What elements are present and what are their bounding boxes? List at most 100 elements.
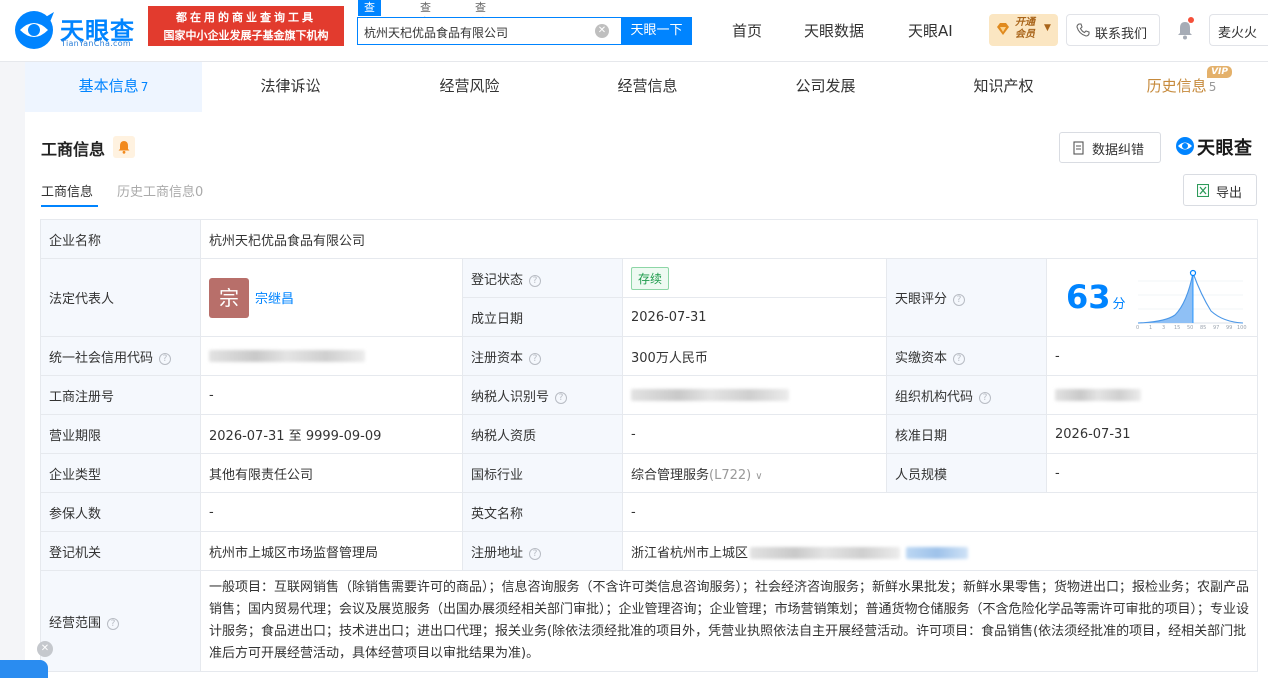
scope-label-cell: 经营范围? [40, 570, 201, 672]
found-date-label: 成立日期 [462, 297, 623, 337]
found-date-value: 2026-07-31 [622, 297, 887, 337]
tab-basic-info[interactable]: 基本信息 7 [25, 62, 202, 112]
tab-label: 经营信息 [617, 77, 678, 95]
score-axis-tick: 0 [1136, 325, 1140, 331]
english-name-label: 英文名称 [462, 492, 623, 532]
reg-status-label-cell: 登记状态? [462, 258, 623, 298]
masked-value [631, 389, 789, 401]
help-icon[interactable]: ? [529, 274, 542, 287]
score-axis-tick: 3 [1162, 325, 1166, 331]
reg-status-label: 登记状态 [471, 272, 524, 288]
clear-icon[interactable]: ✕ [595, 24, 609, 38]
caret-down-icon: ▼ [1044, 23, 1051, 33]
avatar[interactable]: 宗 [209, 277, 249, 318]
brand-text: 天眼查 [1197, 138, 1253, 159]
diamond-icon [997, 23, 1009, 35]
contact-label: 联系我们 [1095, 27, 1148, 42]
notification-bell-icon[interactable] [1176, 20, 1194, 40]
company-type-value: 其他有限责任公司 [200, 453, 463, 493]
help-icon[interactable]: ? [107, 617, 120, 630]
table-row: 企业类型 其他有限责任公司 国标行业 综合管理服务(L722) ∨ 人员规模 - [40, 453, 1259, 493]
help-icon[interactable]: ? [953, 352, 966, 365]
table-row: 参保人数 - 英文名称 - [40, 492, 1259, 532]
open-vip-button[interactable]: 开通会员 ▼ [989, 14, 1058, 46]
score-axis-tick: 85 [1200, 325, 1207, 331]
tab-operation-risk[interactable]: 经营风险 [381, 62, 558, 112]
insured-value: - [200, 492, 463, 532]
score-axis-tick: 1 [1149, 325, 1153, 331]
reg-authority-label: 登记机关 [40, 531, 201, 571]
tab-development[interactable]: 公司发展 [737, 62, 914, 112]
search-box: ✕ [357, 17, 622, 45]
table-row: 营业期限 2026-07-31 至 9999-09-09 纳税人资质 - 核准日… [40, 414, 1259, 454]
score-number: 63 [1066, 278, 1111, 316]
tab-label: 公司发展 [795, 77, 856, 95]
help-icon[interactable]: ? [159, 352, 172, 365]
search-tab-company[interactable]: 查公司 [358, 0, 381, 44]
tab-legal[interactable]: 法律诉讼 [202, 62, 379, 112]
export-label: 导出 [1216, 186, 1243, 201]
approve-date-label: 核准日期 [886, 414, 1047, 454]
legal-rep-link[interactable]: 宗继昌 [255, 292, 294, 307]
help-icon[interactable]: ? [555, 391, 568, 404]
subtab-history-business-info[interactable]: 历史工商信息0 [117, 181, 203, 200]
search-input[interactable] [364, 23, 594, 41]
company-name-label: 企业名称 [40, 219, 201, 259]
tianyancha-logo[interactable]: 天眼查 TianYanCha.com [14, 8, 144, 54]
org-code-label: 组织机构代码 [895, 389, 974, 405]
legal-rep-cell: 宗宗继昌 [200, 258, 463, 337]
table-row: 统一社会信用代码? 注册资本? 300万人民币 实缴资本? - [40, 336, 1259, 376]
bell-glyph-icon [118, 141, 130, 154]
chevron-down-icon[interactable]: ∨ [755, 471, 762, 482]
search-tab-boss[interactable]: 查老板 [414, 0, 437, 44]
close-icon[interactable]: ✕ [37, 641, 53, 657]
industry-code: (L722) [709, 467, 752, 483]
score-cell[interactable]: 63 分 0 1 3 15 50 85 97 99 100 [1045, 258, 1259, 337]
status-badge: 存续 [631, 266, 670, 290]
business-info-table: 企业名称 杭州天杞优品食品有限公司 法定代表人 宗宗继昌 登记状态? 存续 天眼… [40, 219, 1259, 672]
active-subtab-indicator [41, 205, 98, 207]
approve-date-value: 2026-07-31 [1045, 414, 1259, 454]
table-row: 工商注册号 - 纳税人识别号? 组织机构代码? [40, 375, 1259, 415]
subtab-business-info[interactable]: 工商信息 [41, 181, 93, 200]
tab-label: 历史信息 [1146, 77, 1207, 95]
tab-ip[interactable]: 知识产权 [915, 62, 1092, 112]
help-icon[interactable]: ? [529, 547, 542, 560]
search-tab-relation[interactable]: 查关系 [469, 0, 492, 44]
industry-cell[interactable]: 综合管理服务(L722) ∨ [622, 453, 887, 493]
subscribe-bell-icon[interactable] [113, 136, 135, 158]
org-code-value [1045, 375, 1259, 415]
slogan-line1: 都在用的商业查询工具 [176, 11, 316, 24]
export-button[interactable]: 导出 [1183, 174, 1257, 206]
masked-link[interactable] [906, 547, 969, 559]
search-button[interactable]: 天眼一下 [621, 17, 692, 45]
industry-value: 综合管理服务 [631, 467, 710, 483]
table-row: 登记机关 杭州市上城区市场监督管理局 注册地址? 浙江省杭州市上城区 [40, 531, 1259, 571]
help-icon[interactable]: ? [979, 391, 992, 404]
score-axis-tick: 99 [1226, 325, 1233, 331]
tab-history[interactable]: 历史信息 5 VIP [1093, 62, 1268, 112]
contact-us-button[interactable]: 联系我们 [1066, 14, 1160, 46]
document-edit-icon [1073, 141, 1084, 155]
staff-size-label: 人员规模 [886, 453, 1047, 493]
nav-ai[interactable]: 天眼AI [908, 20, 953, 41]
score-label: 天眼评分 [895, 292, 948, 307]
user-menu[interactable]: 麦火火 [1209, 14, 1268, 46]
biz-reg-no-label: 工商注册号 [40, 375, 201, 415]
reg-address-label-cell: 注册地址? [462, 531, 623, 571]
tab-operation-info[interactable]: 经营信息 [559, 62, 736, 112]
help-icon[interactable]: ? [529, 352, 542, 365]
score-axis-tick: 100 [1237, 325, 1247, 331]
nav-home[interactable]: 首页 [732, 20, 762, 41]
score-axis: 0 1 3 15 50 85 97 99 100 [1135, 325, 1247, 333]
floating-widget[interactable] [0, 660, 48, 678]
reg-capital-label-cell: 注册资本? [462, 336, 623, 376]
eye-logo-icon [1176, 137, 1194, 155]
data-correction-button[interactable]: 数据纠错 [1059, 132, 1161, 163]
score-axis-tick: 50 [1187, 325, 1194, 331]
help-icon[interactable]: ? [953, 294, 966, 306]
table-row: 企业名称 杭州天杞优品食品有限公司 [40, 219, 1259, 259]
english-name-value: - [621, 492, 1259, 532]
scope-value: 一般项目：互联网销售（除销售需要许可的商品）；信息咨询服务（不含许可类信息咨询服… [199, 570, 1259, 672]
nav-data[interactable]: 天眼数据 [804, 20, 864, 41]
